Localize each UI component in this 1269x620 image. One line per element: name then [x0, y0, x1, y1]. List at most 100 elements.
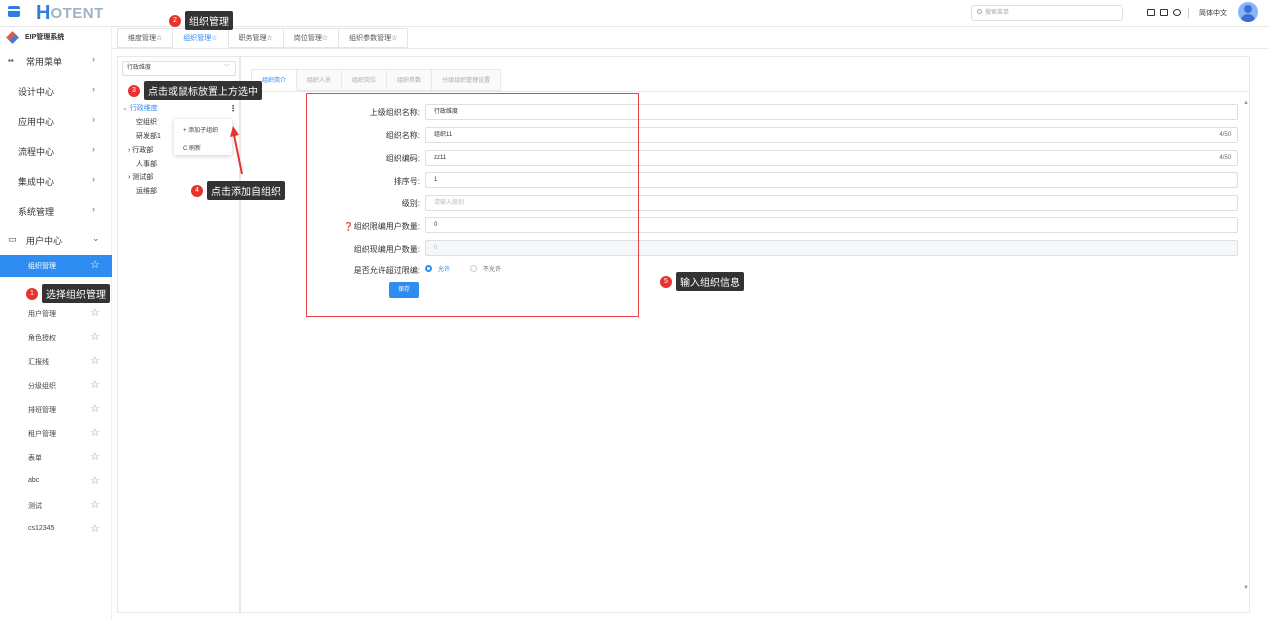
annotation-text: 选择组织管理	[42, 284, 110, 303]
sidebar-section-label: 集成中心	[18, 177, 55, 187]
monitor-icon[interactable]	[1147, 9, 1155, 16]
annotation-2: 2 组织管理	[169, 11, 233, 30]
sidebar-item-7[interactable]: 表单 ☆	[0, 447, 112, 469]
language-switch[interactable]: 简体中文	[1199, 8, 1227, 18]
dimension-select[interactable]: 行政维度 ﹀	[122, 61, 236, 76]
sidebar-item-label: 汇报线	[28, 359, 49, 366]
tab-org-people[interactable]: 组织人员	[297, 69, 343, 91]
tree-node-test-label: 测试部	[132, 174, 154, 181]
tab-dimension[interactable]: 维度管理☆	[117, 28, 174, 48]
add-child-org-item[interactable]: + 添加子组织	[183, 125, 218, 134]
annotation-number: 4	[191, 184, 203, 197]
tree-node-admin[interactable]: › 行政部	[128, 145, 153, 155]
chevron-down-icon: ﹀	[223, 65, 230, 71]
chevron-right-icon: ›	[92, 114, 95, 124]
sidebar-item-label: 租户管理	[28, 431, 56, 438]
logo-mark: H	[36, 1, 50, 24]
sidebar-item-8[interactable]: abc ☆	[0, 471, 112, 493]
refresh-item[interactable]: C 刷新	[183, 143, 201, 152]
sidebar-section-3[interactable]: 流程中心 ›	[0, 140, 112, 162]
star-icon[interactable]: ☆	[90, 426, 100, 439]
sidebar-section-2[interactable]: 应用中心 ›	[0, 110, 112, 132]
sidebar-section-0[interactable]: ▪▪ 常用菜单 ›	[0, 50, 112, 72]
sidebar-item-6[interactable]: 租户管理 ☆	[0, 423, 112, 445]
star-icon[interactable]: ☆	[90, 354, 100, 367]
sidebar-section-label: 系统管理	[18, 207, 55, 217]
grid-icon: ▪▪	[8, 56, 14, 65]
annotation-number: 5	[660, 275, 672, 288]
star-icon[interactable]: ☆	[90, 474, 100, 487]
org-detail-tabs: 组织简介 组织人员 组织岗位 组织参数 分级组织管理设置	[251, 69, 502, 91]
sidebar-section-5[interactable]: 系统管理 ›	[0, 200, 112, 222]
sidebar-item-label: 用户管理	[28, 311, 56, 318]
tree-node-empty[interactable]: 空组织	[136, 117, 157, 127]
scroll-down-icon[interactable]: ▼	[1243, 585, 1249, 591]
logo-text: OTENT	[50, 4, 104, 22]
tab-job[interactable]: 职务管理☆	[228, 28, 284, 48]
star-icon[interactable]: ☆	[90, 258, 100, 271]
tab-org-params[interactable]: 组织参数管理☆	[339, 28, 409, 48]
logo: H OTENT	[36, 1, 104, 24]
sidebar-item-1[interactable]: 用户管理 ☆	[0, 303, 112, 325]
menu-search-input[interactable]: 搜索菜单	[971, 5, 1123, 21]
annotation-text: 点击或鼠标放置上方选中	[144, 81, 262, 100]
settings-icon[interactable]	[1173, 9, 1181, 16]
sidebar-section-1[interactable]: 设计中心 ›	[0, 80, 112, 102]
sidebar-item-label: 分级组织	[28, 383, 56, 390]
sidebar-item-label: 组织管理	[28, 263, 56, 270]
tab-org-management[interactable]: 组织管理☆	[173, 28, 229, 48]
sidebar-item-0[interactable]: 组织管理 ☆	[0, 255, 112, 277]
tab-post[interactable]: 岗位管理☆	[283, 28, 340, 48]
form-divider	[250, 91, 1250, 92]
star-icon[interactable]: ☆	[90, 522, 100, 535]
more-options-icon[interactable]: ⋮	[229, 104, 237, 113]
chevron-right-icon: ›	[92, 204, 95, 214]
sidebar-item-3[interactable]: 汇报线 ☆	[0, 351, 112, 373]
sidebar-section-label: 流程中心	[18, 147, 55, 157]
tree-node-hr[interactable]: 人事部	[136, 159, 157, 169]
tree-node-rd[interactable]: 研发部1	[136, 131, 161, 141]
menu-toggle-icon[interactable]	[8, 6, 20, 17]
sidebar-section-label: 用户中心	[26, 236, 63, 246]
divider	[1188, 8, 1189, 18]
sidebar-item-5[interactable]: 排班管理 ☆	[0, 399, 112, 421]
highlight-box	[306, 93, 639, 317]
annotation-text: 点击添加自组织	[207, 181, 285, 200]
sidebar-section-4[interactable]: 集成中心 ›	[0, 170, 112, 192]
star-icon[interactable]: ☆	[90, 306, 100, 319]
sidebar-section-6[interactable]: ▭ 用户中心 ⌄	[0, 229, 112, 251]
annotation-text: 组织管理	[185, 11, 233, 30]
sidebar-item-label: abc	[28, 477, 40, 484]
tab-hierarchy-settings[interactable]: 分级组织管理设置	[432, 69, 502, 91]
star-icon[interactable]: ☆	[90, 330, 100, 343]
sidebar-section-label: 应用中心	[18, 117, 55, 127]
scroll-up-icon[interactable]: ▲	[1243, 100, 1249, 106]
avatar[interactable]	[1238, 2, 1258, 22]
search-icon	[977, 9, 982, 14]
tree-root[interactable]: ⌄ 行政维度	[122, 103, 158, 113]
sidebar-item-2[interactable]: 角色授权 ☆	[0, 327, 112, 349]
tab-org-posts[interactable]: 组织岗位	[342, 69, 388, 91]
sidebar-section-label: 设计中心	[18, 87, 55, 97]
org-name-count: 4/50	[1219, 132, 1231, 138]
system-title: EIP管理系统	[6, 30, 64, 44]
sidebar-item-label: 排班管理	[28, 407, 56, 414]
tree-node-ops[interactable]: 运维部	[136, 186, 157, 196]
star-icon[interactable]: ☆	[90, 402, 100, 415]
chevron-right-icon: ›	[92, 84, 95, 94]
star-icon[interactable]: ☆	[90, 498, 100, 511]
page-tabs: 维度管理☆ 组织管理☆ 职务管理☆ 岗位管理☆ 组织参数管理☆	[117, 28, 409, 48]
star-icon[interactable]: ☆	[90, 378, 100, 391]
sidebar-item-9[interactable]: 测试 ☆	[0, 495, 112, 517]
system-logo-icon	[6, 30, 19, 44]
sidebar-item-10[interactable]: cs12345 ☆	[0, 519, 112, 541]
tree-node-test[interactable]: › 测试部	[128, 172, 153, 182]
tree-node-admin-label: 行政部	[132, 147, 154, 154]
annotation-1: 1 选择组织管理	[26, 284, 110, 303]
tab-org-params-detail[interactable]: 组织参数	[387, 69, 433, 91]
star-icon[interactable]: ☆	[90, 450, 100, 463]
search-placeholder: 搜索菜单	[985, 10, 1010, 16]
annotation-number: 1	[26, 287, 38, 300]
sidebar-item-4[interactable]: 分级组织 ☆	[0, 375, 112, 397]
fullscreen-icon[interactable]	[1160, 9, 1168, 16]
